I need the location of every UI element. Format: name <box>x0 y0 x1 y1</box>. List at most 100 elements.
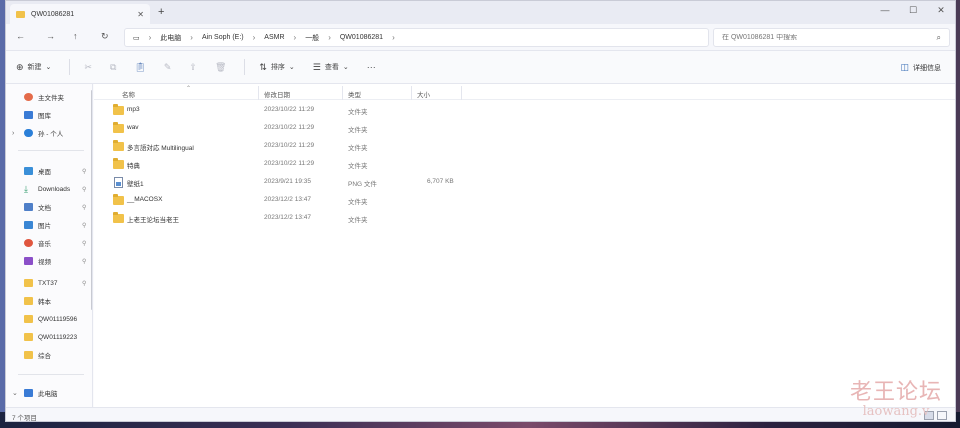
column-divider[interactable] <box>258 86 259 100</box>
file-date: 2023/12/2 13:47 <box>264 214 311 221</box>
file-type: 文件夹 <box>348 163 368 170</box>
table-row[interactable]: 多言語対応 Multilingual 2023/10/22 11:29 文件夹 <box>94 138 955 155</box>
breadcrumb-item-this-pc[interactable]: 此电脑 <box>160 33 181 43</box>
up-button[interactable]: ↑ <box>73 31 78 41</box>
file-date: 2023/10/22 11:29 <box>264 124 315 131</box>
column-divider[interactable] <box>342 86 343 100</box>
sort-button[interactable]: ⇅ 排序 ⌄ <box>259 62 294 73</box>
chevron-right-icon[interactable]: › <box>12 130 14 137</box>
breadcrumb-item-current[interactable]: QW01086281 <box>340 34 383 41</box>
refresh-button[interactable]: ↻ <box>101 31 109 42</box>
file-name: wav <box>127 124 139 131</box>
new-tab-button[interactable]: + <box>158 6 164 18</box>
details-pane-button[interactable]: ◫ 详细信息 <box>900 62 941 73</box>
cloud-icon <box>24 129 33 137</box>
home-icon <box>24 93 33 101</box>
sidebar-item-label: 主文件夹 <box>38 95 64 102</box>
sidebar-item-videos[interactable]: 视频 ⚲ <box>6 252 92 270</box>
sidebar-item-gallery[interactable]: 图库 <box>6 106 92 124</box>
close-window-button[interactable]: ✕ <box>927 1 955 24</box>
sidebar-item-music[interactable]: 音乐 ⚲ <box>6 234 92 252</box>
table-row[interactable]: mp3 2023/10/22 11:29 文件夹 <box>94 102 955 119</box>
chevron-right-icon: › <box>252 33 256 42</box>
rename-button[interactable]: ✎ <box>164 62 172 73</box>
file-type: 文件夹 <box>348 109 368 116</box>
sidebar-item-home[interactable]: 主文件夹 <box>6 88 92 106</box>
more-options-button[interactable]: ··· <box>367 62 376 72</box>
sidebar-item-this-pc[interactable]: ⌄ 此电脑 <box>6 384 92 402</box>
tab-current-folder[interactable]: QW01086281 ✕ <box>10 4 150 24</box>
toolbar-divider <box>69 59 71 75</box>
chevron-right-icon: › <box>190 33 193 42</box>
file-name: 多言語対応 Multilingual <box>127 145 194 152</box>
search-icon[interactable]: ⌕ <box>937 33 941 43</box>
sidebar-item-qw01119596[interactable]: QW01119596 <box>6 310 92 328</box>
address-bar: ← → ↑ ↻ ▭ › 此电脑 › Ain Soph (E:) › ASMR ›… <box>6 24 955 51</box>
table-row[interactable]: wav 2023/10/22 11:29 文件夹 <box>94 120 955 137</box>
sidebar-item-zonghe[interactable]: 综合 <box>6 346 92 364</box>
paste-button[interactable]: 📋︎ <box>134 62 145 73</box>
sidebar-item-label: 孙 - 个人 <box>38 131 64 138</box>
folder-icon <box>24 279 33 287</box>
view-button[interactable]: ☰ 查看 ⌄ <box>313 62 349 73</box>
download-icon: ⤓ <box>24 184 28 194</box>
file-name: 特典 <box>127 163 140 170</box>
chevron-right-icon: › <box>148 33 152 42</box>
table-row[interactable]: __MACOSX 2023/12/2 13:47 文件夹 <box>94 192 955 209</box>
sidebar-item-onedrive[interactable]: › 孙 - 个人 <box>6 124 92 142</box>
sidebar-item-txt37[interactable]: TXT37 ⚲ <box>6 274 92 292</box>
new-button[interactable]: ⊕ 新建 ⌄ <box>16 62 51 73</box>
search-input[interactable] <box>722 34 937 41</box>
back-button[interactable]: ← <box>16 31 25 41</box>
column-header-size[interactable]: 大小 <box>417 89 430 99</box>
table-row[interactable]: 特典 2023/10/22 11:29 文件夹 <box>94 156 955 173</box>
column-divider[interactable] <box>411 86 412 100</box>
column-header-row: ⌃ 名称 修改日期 类型 大小 <box>94 86 955 100</box>
folder-icon <box>113 194 124 205</box>
sidebar-scrollbar[interactable] <box>91 90 92 310</box>
toolbar-divider <box>244 59 246 75</box>
sort-button-label: 排序 <box>270 64 285 71</box>
breadcrumb[interactable]: ▭ › 此电脑 › Ain Soph (E:) › ASMR › 一般 › QW… <box>124 28 709 47</box>
column-header-name[interactable]: 名称 <box>122 89 135 99</box>
cut-button[interactable]: ✂ <box>84 62 92 73</box>
copy-button[interactable]: ⧉ <box>110 62 116 73</box>
sidebar-item-label: 综合 <box>38 353 51 360</box>
close-tab-icon[interactable]: ✕ <box>137 10 144 19</box>
table-row[interactable]: 壁纸1 2023/9/21 19:35 PNG 文件 6,707 KB <box>94 174 955 191</box>
sidebar-item-qw01119223[interactable]: QW01119223 <box>6 328 92 346</box>
breadcrumb-item-asmr[interactable]: ASMR <box>264 34 284 41</box>
chevron-down-icon: ⌄ <box>342 64 349 71</box>
column-header-type[interactable]: 类型 <box>348 89 361 99</box>
forward-button[interactable]: → <box>46 31 55 41</box>
file-type: 文件夹 <box>348 199 368 206</box>
copy-icon: ⧉ <box>109 61 117 72</box>
folder-icon <box>24 333 33 341</box>
column-header-date[interactable]: 修改日期 <box>264 89 290 99</box>
chevron-down-icon[interactable]: ⌄ <box>12 389 18 397</box>
image-file-icon <box>114 177 123 188</box>
file-type: 文件夹 <box>348 145 368 152</box>
delete-button[interactable]: 🗑︎ <box>215 62 226 73</box>
pin-icon: ⚲ <box>82 168 87 175</box>
minimize-button[interactable]: — <box>871 1 899 24</box>
breadcrumb-item-general[interactable]: 一般 <box>305 33 319 43</box>
folder-icon <box>113 104 124 115</box>
sidebar-item-pictures[interactable]: 图片 ⚲ <box>6 216 92 234</box>
video-icon <box>24 257 33 265</box>
share-button[interactable]: ⇪ <box>189 62 197 73</box>
sidebar-item-hanben[interactable]: 韩本 <box>6 292 92 310</box>
maximize-button[interactable]: ☐ <box>899 1 927 24</box>
column-divider[interactable] <box>461 86 462 100</box>
computer-icon <box>24 389 33 397</box>
command-bar: ⊕ 新建 ⌄ ✂ ⧉ 📋︎ ✎ ⇪ 🗑︎ ⇅ 排序 ⌄ ☰ 查看 ⌄ ··· ◫… <box>6 51 955 84</box>
sidebar-item-documents[interactable]: 文档 ⚲ <box>6 198 92 216</box>
chevron-down-icon: ⌄ <box>288 64 295 71</box>
file-date: 2023/10/22 11:29 <box>264 106 315 113</box>
file-date: 2023/12/2 13:47 <box>264 196 311 203</box>
breadcrumb-item-drive[interactable]: Ain Soph (E:) <box>202 34 244 41</box>
table-row[interactable]: 上老王论坛当老王 2023/12/2 13:47 文件夹 <box>94 210 955 227</box>
sidebar-item-desktop[interactable]: 桌面 ⚲ <box>6 162 92 180</box>
document-icon <box>24 203 33 211</box>
sidebar-item-downloads[interactable]: ⤓ Downloads ⚲ <box>6 180 92 198</box>
